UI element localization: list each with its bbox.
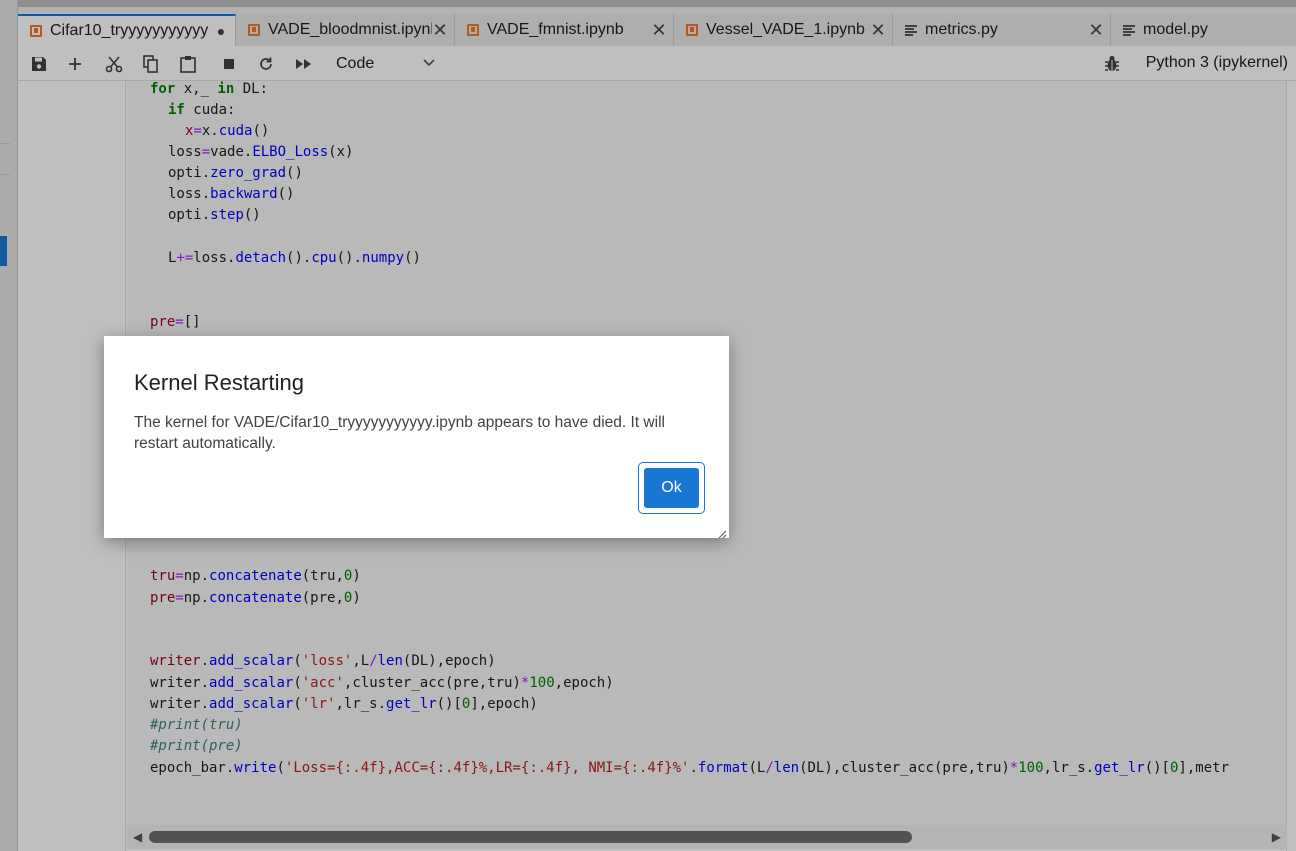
- dialog-title: Kernel Restarting: [134, 370, 304, 395]
- resize-grip-icon[interactable]: [717, 526, 727, 539]
- ok-button-focus-ring: Ok: [638, 462, 705, 514]
- kernel-restarting-dialog: Kernel Restarting The kernel for VADE/Ci…: [104, 336, 729, 539]
- dialog-message: The kernel for VADE/Cifar10_tryyyyyyyyyy…: [134, 414, 665, 452]
- ok-button[interactable]: Ok: [644, 468, 699, 508]
